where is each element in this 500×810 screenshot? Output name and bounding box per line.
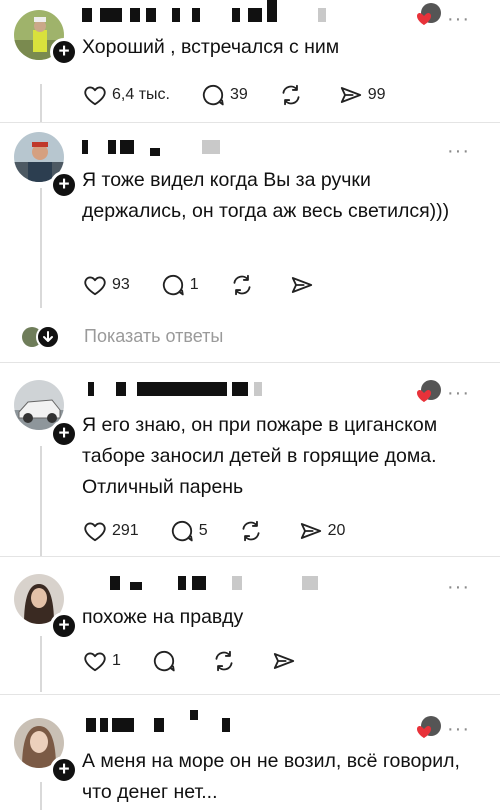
share-count: 99 — [367, 86, 386, 103]
thread-line — [40, 84, 42, 122]
comment-icon — [160, 272, 186, 298]
heart-icon — [82, 648, 108, 674]
like-button[interactable]: 291 — [82, 518, 139, 544]
comment-actions: 291 5 20 — [82, 516, 375, 546]
comment-icon — [151, 648, 177, 674]
heart-icon — [82, 272, 108, 298]
comment-icon — [169, 518, 195, 544]
like-count: 291 — [112, 522, 139, 539]
heart-icon — [82, 518, 108, 544]
follow-plus-icon[interactable]: + — [50, 612, 78, 640]
follow-plus-icon[interactable]: + — [50, 38, 78, 66]
reply-button[interactable]: 39 — [200, 82, 248, 108]
like-button[interactable]: 93 — [82, 272, 130, 298]
comment-actions: 6,4 тыс. 39 99 — [82, 80, 416, 110]
show-replies-row[interactable]: Показать ответы — [0, 322, 500, 356]
more-icon[interactable]: ··· — [447, 719, 470, 739]
comment-actions: 1 — [82, 646, 331, 676]
repost-icon — [211, 648, 237, 674]
share-icon — [298, 518, 324, 544]
more-icon[interactable]: ··· — [447, 577, 470, 597]
author-liked-icon — [416, 716, 441, 740]
thread-line — [40, 636, 42, 692]
like-count: 6,4 тыс. — [112, 86, 170, 103]
divider — [0, 122, 500, 123]
reply-button[interactable]: 1 — [160, 272, 199, 298]
repost-icon — [229, 272, 255, 298]
like-button[interactable]: 1 — [82, 648, 121, 674]
follow-plus-icon[interactable]: + — [50, 756, 78, 784]
share-icon — [271, 648, 297, 674]
share-button[interactable]: 99 — [338, 82, 386, 108]
more-icon[interactable]: ··· — [447, 141, 470, 161]
repost-icon — [278, 82, 304, 108]
divider — [0, 556, 500, 557]
show-replies-label[interactable]: Показать ответы — [84, 326, 223, 347]
reply-button[interactable] — [151, 648, 181, 674]
share-icon — [289, 272, 315, 298]
author-liked-icon — [416, 380, 441, 404]
repost-icon — [238, 518, 264, 544]
like-count: 93 — [112, 276, 130, 293]
share-icon — [338, 82, 364, 108]
repost-button[interactable] — [229, 272, 259, 298]
divider — [0, 362, 500, 363]
reply-count: 1 — [189, 276, 199, 293]
comment-text: Я тоже видел когда Вы за ручки держались… — [82, 169, 450, 222]
reply-count: 5 — [198, 522, 208, 539]
comment-icon — [200, 82, 226, 108]
comment-text: Я его знаю, он при пожаре в циганском та… — [82, 414, 438, 498]
thread-line — [40, 446, 42, 556]
more-icon[interactable]: ··· — [447, 9, 470, 29]
repost-button[interactable] — [278, 82, 308, 108]
comment-text: похоже на правду — [82, 606, 244, 628]
comment-text: Хороший , встречался с ним — [82, 36, 340, 58]
follow-plus-icon[interactable]: + — [50, 171, 78, 199]
like-count: 1 — [112, 652, 121, 669]
like-button[interactable]: 6,4 тыс. — [82, 82, 170, 108]
reply-button[interactable]: 5 — [169, 518, 208, 544]
repost-button[interactable] — [211, 648, 241, 674]
follow-plus-icon[interactable]: + — [50, 420, 78, 448]
chevron-down-icon[interactable] — [36, 325, 60, 349]
divider — [0, 694, 500, 695]
thread-line — [40, 782, 42, 810]
share-button[interactable]: 20 — [298, 518, 346, 544]
comment-text: А меня на море он не возил, всё говорил,… — [82, 750, 460, 803]
comment-actions: 93 1 — [82, 270, 349, 300]
thread-line — [40, 188, 42, 308]
more-icon[interactable]: ··· — [447, 383, 470, 403]
reply-count: 39 — [229, 86, 248, 103]
author-liked-icon — [416, 3, 441, 27]
heart-icon — [82, 82, 108, 108]
share-button[interactable] — [271, 648, 301, 674]
repost-button[interactable] — [238, 518, 268, 544]
share-count: 20 — [327, 522, 346, 539]
share-button[interactable] — [289, 272, 319, 298]
